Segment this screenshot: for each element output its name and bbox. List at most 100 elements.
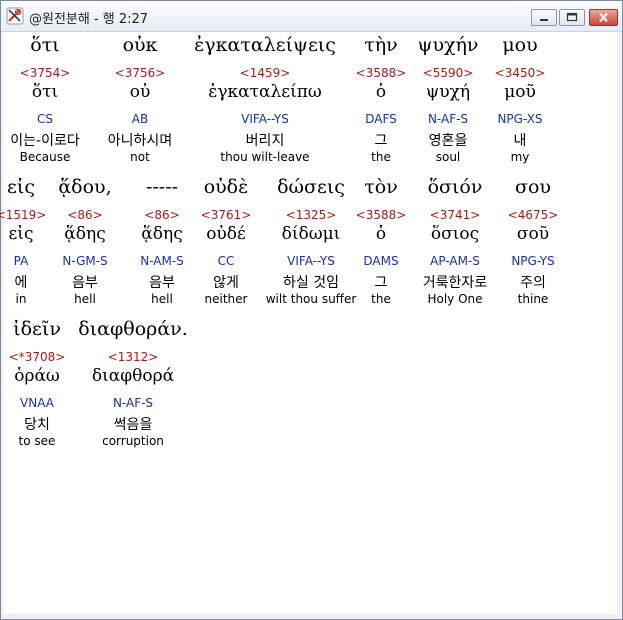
word-korean: 하실 것임 bbox=[283, 275, 339, 291]
word-lemma: ἐγκαταλείπω bbox=[208, 82, 322, 102]
word-greek: τὴν bbox=[364, 34, 398, 56]
word-korean: 에 bbox=[14, 275, 28, 291]
word-strong: <3756> bbox=[114, 66, 166, 80]
maximize-icon bbox=[566, 12, 578, 22]
word-morph: VIFA--YS bbox=[241, 112, 289, 126]
word-lemma: δίδωμι bbox=[281, 224, 341, 244]
word-strong: <1312> bbox=[107, 350, 159, 364]
word-greek: σου bbox=[515, 176, 551, 198]
word-lemma: ὁ bbox=[375, 224, 387, 244]
word-lemma: ὁ bbox=[375, 82, 387, 102]
word-strong: <86> bbox=[144, 208, 180, 222]
word-morph: PA bbox=[13, 254, 29, 268]
word-morph: DAFS bbox=[365, 112, 397, 126]
analysis-panel[interactable]: ὅτι <3754> ὅτι CS 이는-이로다 Because οὐκ <3756> οὐ AB… bbox=[0, 32, 617, 614]
word-korean: 주의 bbox=[520, 275, 546, 291]
word-english: wilt thou suffer bbox=[265, 292, 357, 306]
word-greek: ἰδεῖν bbox=[13, 318, 61, 340]
word-strong: <1459> bbox=[239, 66, 291, 80]
word-lemma: οὐδέ bbox=[206, 224, 246, 244]
word-lemma: ὁράω bbox=[14, 366, 60, 386]
close-button[interactable] bbox=[589, 9, 618, 26]
word-greek: δώσεις bbox=[277, 176, 345, 198]
word-strong: <3741> bbox=[429, 208, 481, 222]
word-korean: 그 bbox=[374, 133, 388, 149]
word-strong: <3754> bbox=[19, 66, 71, 80]
word-strong: <3450> bbox=[494, 66, 546, 80]
word-morph: VIFA--YS bbox=[287, 254, 335, 268]
word-greek: ἐγκαταλείψεις bbox=[194, 34, 336, 56]
word-english: thine bbox=[517, 292, 549, 306]
word-lemma: οὐ bbox=[129, 82, 151, 102]
word-greek: ψυχήν bbox=[417, 34, 479, 56]
word-strong: <3588> bbox=[355, 66, 407, 80]
word-english: corruption bbox=[102, 434, 164, 448]
word-morph: N-AF-S bbox=[427, 112, 469, 126]
word-morph: NPG-YS bbox=[511, 254, 555, 268]
word-korean: 영혼을 bbox=[428, 133, 468, 149]
word-korean: 당치 bbox=[24, 417, 50, 433]
word-english: hell bbox=[74, 292, 96, 306]
word-lemma: ψυχή bbox=[425, 82, 471, 102]
word-english: not bbox=[130, 150, 150, 164]
word-lemma: ᾅδης bbox=[64, 224, 106, 244]
word-morph: N-GM-S bbox=[62, 254, 108, 268]
word-greek: ὅτι bbox=[30, 34, 60, 56]
word-korean: 거룩한자로 bbox=[422, 275, 488, 291]
word-strong: <86> bbox=[67, 208, 103, 222]
word-korean: 음부 bbox=[149, 275, 175, 291]
word-greek: οὐκ bbox=[122, 34, 158, 56]
word-strong: <1519> bbox=[0, 208, 47, 222]
word-english: my bbox=[510, 150, 530, 164]
word-morph: AP-AM-S bbox=[430, 254, 480, 268]
word-lemma: μοῦ bbox=[504, 82, 536, 102]
word-korean: 썩음을 bbox=[113, 417, 153, 433]
word-english: the bbox=[371, 150, 391, 164]
maximize-button[interactable] bbox=[559, 9, 585, 26]
word-morph: N-AF-S bbox=[112, 396, 154, 410]
word-english: thou wilt-leave bbox=[220, 150, 310, 164]
word-korean: 않게 bbox=[213, 275, 239, 291]
window-title: @원전분해 - 행 2:27 bbox=[29, 12, 149, 27]
word-morph: CS bbox=[37, 112, 53, 126]
close-icon bbox=[599, 12, 608, 23]
app-window: @원전분해 - 행 2:27 ὅτι <3754> ὅτι CS 이는-이로다 Becau… bbox=[0, 0, 623, 620]
word-strong: <5590> bbox=[422, 66, 474, 80]
word-lemma: σοῦ bbox=[516, 224, 550, 244]
word-morph: N-AM-S bbox=[140, 254, 184, 268]
word-korean: 버리지 bbox=[245, 133, 285, 149]
word-strong: <3588> bbox=[355, 208, 407, 222]
title-bar[interactable]: @원전분해 - 행 2:27 bbox=[1, 1, 622, 32]
tools-icon[interactable] bbox=[6, 7, 24, 25]
minimize-icon bbox=[540, 19, 548, 21]
word-morph: CC bbox=[217, 254, 235, 268]
word-morph: AB bbox=[131, 112, 149, 126]
word-strong: <1325> bbox=[285, 208, 337, 222]
word-korean: 내 bbox=[513, 133, 527, 149]
word-korean: 아니하시며 bbox=[107, 133, 173, 149]
word-english: in bbox=[15, 292, 27, 306]
word-english: soul bbox=[435, 150, 461, 164]
word-korean: 이는-이로다 bbox=[10, 133, 80, 149]
word-english: the bbox=[371, 292, 391, 306]
word-lemma: ᾅδης bbox=[141, 224, 183, 244]
word-greek: ὅσιόν bbox=[427, 176, 483, 198]
minimize-button[interactable] bbox=[531, 9, 557, 26]
word-korean: 음부 bbox=[72, 275, 98, 291]
word-morph: DAMS bbox=[363, 254, 399, 268]
word-lemma: ὅτι bbox=[31, 82, 59, 102]
word-morph: NPG-XS bbox=[497, 112, 543, 126]
word-english: hell bbox=[151, 292, 173, 306]
word-greek: διαφθοράν. bbox=[78, 318, 188, 340]
word-greek: ----- bbox=[145, 176, 179, 198]
word-korean: 그 bbox=[374, 275, 388, 291]
word-greek: μου bbox=[502, 34, 538, 56]
word-greek: τὸν bbox=[364, 176, 398, 198]
word-english: to see bbox=[18, 434, 56, 448]
word-lemma: ὅσιος bbox=[430, 224, 480, 244]
word-english: Because bbox=[19, 150, 71, 164]
word-morph: VNAA bbox=[20, 396, 54, 410]
word-english: neither bbox=[204, 292, 248, 306]
word-greek: οὐδὲ bbox=[203, 176, 249, 198]
word-lemma: διαφθορά bbox=[91, 366, 175, 386]
